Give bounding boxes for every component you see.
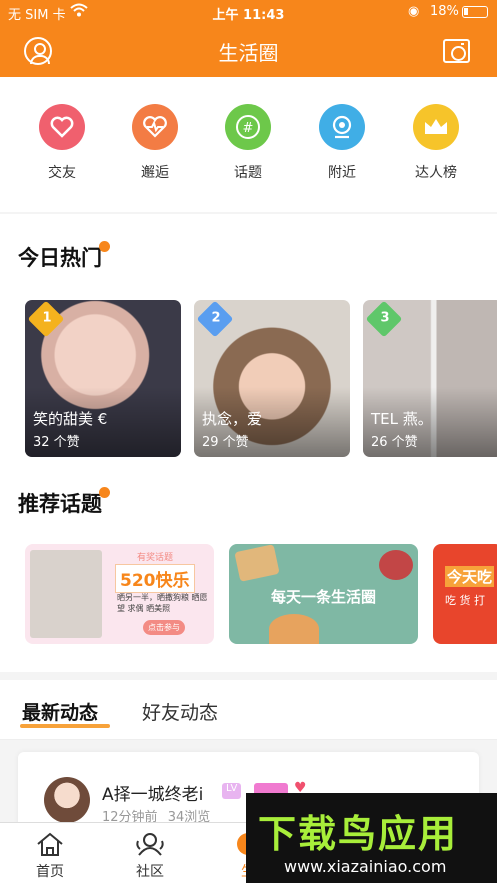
category-label: 达人榜 <box>415 165 457 181</box>
hot-section: 今日热门 1 笑的甜美 € 32 个赞 2 执念，爱 29 个赞 3 TEL 燕… <box>0 214 497 474</box>
hot-card-likes: 29 个赞 <box>202 435 249 450</box>
battery-icon <box>462 6 488 18</box>
watermark-title: 下载鸟应用 <box>258 812 459 856</box>
battery-percent: 18% <box>430 4 459 19</box>
topic-card[interactable]: 每天一条生活圈 <box>229 544 418 644</box>
feed-tabs: 最新动态 好友动态 <box>0 680 497 740</box>
topic-card[interactable]: 今天吃 吃 货 打 <box>433 544 497 644</box>
level-badge: LV <box>222 783 242 799</box>
hot-card-likes: 26 个赞 <box>371 435 418 450</box>
category-label: 邂逅 <box>141 165 169 181</box>
food-illustration <box>234 544 280 582</box>
hot-card[interactable]: 2 执念，爱 29 个赞 <box>194 300 350 457</box>
new-dot <box>99 487 110 498</box>
topic-subtext: 晒另一半，晒撒狗粮 晒愿望 求偶 晒美照 <box>117 593 208 613</box>
category-label: 话题 <box>234 165 262 181</box>
page-title: 生活圈 <box>218 41 279 65</box>
tab-community[interactable]: 社区 <box>120 831 180 881</box>
topics-section: 推荐话题 有奖话题 520快乐 晒另一半，晒撒狗粮 晒愿望 求偶 晒美照 点击参… <box>0 474 497 672</box>
join-button[interactable]: 点击参与 <box>143 620 185 635</box>
topic-heading: 有奖话题 <box>137 553 174 563</box>
hot-card-name: 笑的甜美 € <box>33 410 108 428</box>
hot-card-likes: 32 个赞 <box>33 435 80 450</box>
camera-icon[interactable] <box>443 39 470 63</box>
new-dot <box>99 241 110 252</box>
category-friends[interactable]: 交友 <box>22 104 102 182</box>
crown-icon <box>413 104 459 150</box>
rotation-lock-icon: ◉ <box>408 4 420 19</box>
category-label: 附近 <box>328 165 356 181</box>
community-icon <box>135 831 165 857</box>
category-label: 交友 <box>48 165 76 181</box>
location-icon <box>319 104 365 150</box>
topic-headline: 520快乐 <box>115 564 195 593</box>
tab-home[interactable]: 首页 <box>20 831 80 881</box>
tab-friends[interactable]: 好友动态 <box>142 698 218 725</box>
clock: 上午 11:43 <box>212 8 285 23</box>
category-row: 交友 邂逅 # 话题 附近 达人榜 <box>0 77 497 212</box>
hashtag-icon: # <box>225 104 271 150</box>
hot-title: 今日热门 <box>18 246 102 270</box>
topic-photo <box>30 550 102 638</box>
food-illustration <box>379 550 413 580</box>
tab-latest[interactable]: 最新动态 <box>22 698 98 725</box>
category-leaderboard[interactable]: 达人榜 <box>396 104 476 182</box>
avatar[interactable] <box>44 777 90 823</box>
svg-text:#: # <box>243 121 254 136</box>
heartbeat-icon <box>132 104 178 150</box>
top-bar: 无 SIM 卡 上午 11:43 ◉ 18% 生活圈 <box>0 0 497 77</box>
home-icon <box>35 831 65 857</box>
active-tab-indicator <box>20 724 110 728</box>
food-illustration <box>269 614 319 644</box>
watermark: 下载鸟应用 www.xiazainiao.com <box>246 793 497 883</box>
watermark-url: www.xiazainiao.com <box>284 857 447 876</box>
tab-label: 首页 <box>36 864 64 880</box>
tab-label: 社区 <box>136 864 164 880</box>
category-topics[interactable]: # 话题 <box>208 104 288 182</box>
topic-card[interactable]: 有奖话题 520快乐 晒另一半，晒撒狗粮 晒愿望 求偶 晒美照 点击参与 <box>25 544 214 644</box>
category-nearby[interactable]: 附近 <box>302 104 382 182</box>
hot-card-name: 执念，爱 <box>202 410 263 428</box>
heart-icon <box>39 104 85 150</box>
status-bar: 无 SIM 卡 上午 11:43 ◉ 18% <box>0 0 497 26</box>
hot-card[interactable]: 3 TEL 燕。 26 个赞 <box>363 300 497 457</box>
topic-headline: 每天一条生活圈 <box>270 588 376 606</box>
post-author[interactable]: A择一城终老i <box>102 780 203 805</box>
hot-card[interactable]: 1 笑的甜美 € 32 个赞 <box>25 300 181 457</box>
category-encounter[interactable]: 邂逅 <box>115 104 195 182</box>
hot-card-name: TEL 燕。 <box>371 410 433 428</box>
topic-headline: 今天吃 <box>445 566 495 587</box>
topics-title: 推荐话题 <box>18 492 102 516</box>
topic-subtext: 吃 货 打 <box>445 594 485 607</box>
